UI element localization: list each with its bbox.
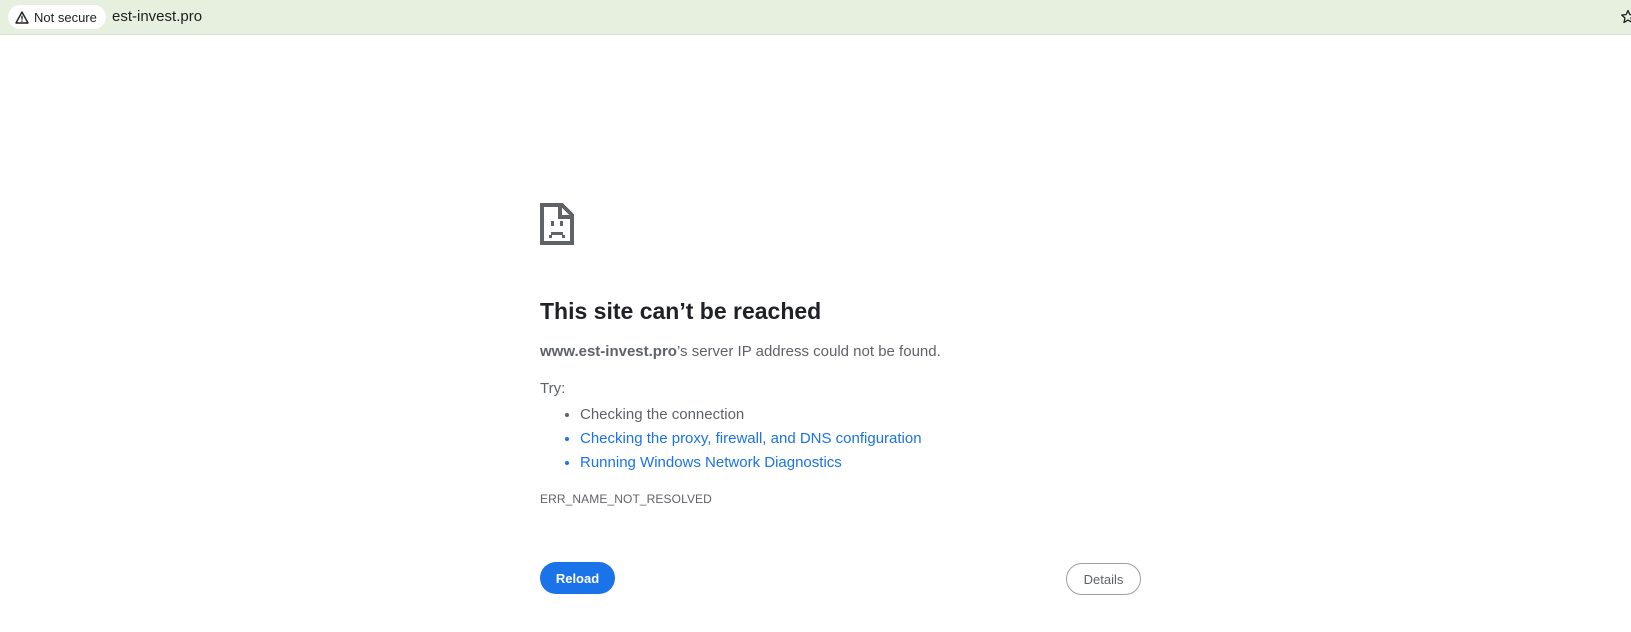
reload-button[interactable]: Reload	[540, 562, 615, 594]
warning-triangle-icon	[15, 10, 29, 24]
error-title: This site can’t be reached	[540, 298, 822, 324]
suggestion-list: Checking the connection Checking the pro…	[540, 403, 1140, 475]
suggestion-proxy-firewall-dns-link[interactable]: Checking the proxy, firewall, and DNS co…	[580, 430, 922, 447]
suggestion-item: Running Windows Network Diagnostics	[580, 451, 1140, 475]
error-code: ERR_NAME_NOT_RESOLVED	[540, 492, 712, 506]
suggestion-check-connection: Checking the connection	[580, 406, 745, 423]
error-message-suffix: ’s server IP address could not be found.	[676, 343, 941, 360]
security-label: Not secure	[34, 9, 97, 25]
url-field[interactable]: est-invest.pro	[112, 8, 202, 25]
try-label: Try:	[540, 380, 566, 397]
suggestion-item: Checking the connection	[580, 403, 1140, 427]
security-status-chip[interactable]: Not secure	[8, 5, 106, 29]
address-bar: Not secure est-invest.pro	[0, 0, 1631, 35]
star-icon[interactable]	[1620, 9, 1631, 25]
suggestion-network-diagnostics-link[interactable]: Running Windows Network Diagnostics	[580, 454, 842, 471]
suggestion-item: Checking the proxy, firewall, and DNS co…	[580, 427, 1140, 451]
error-page-content: This site can’t be reached www.est-inves…	[540, 203, 1140, 506]
error-host: www.est-invest.pro	[540, 343, 677, 360]
details-button[interactable]: Details	[1066, 563, 1141, 595]
sad-page-icon	[540, 203, 574, 245]
error-message: www.est-invest.pro’s server IP address c…	[540, 342, 1140, 362]
